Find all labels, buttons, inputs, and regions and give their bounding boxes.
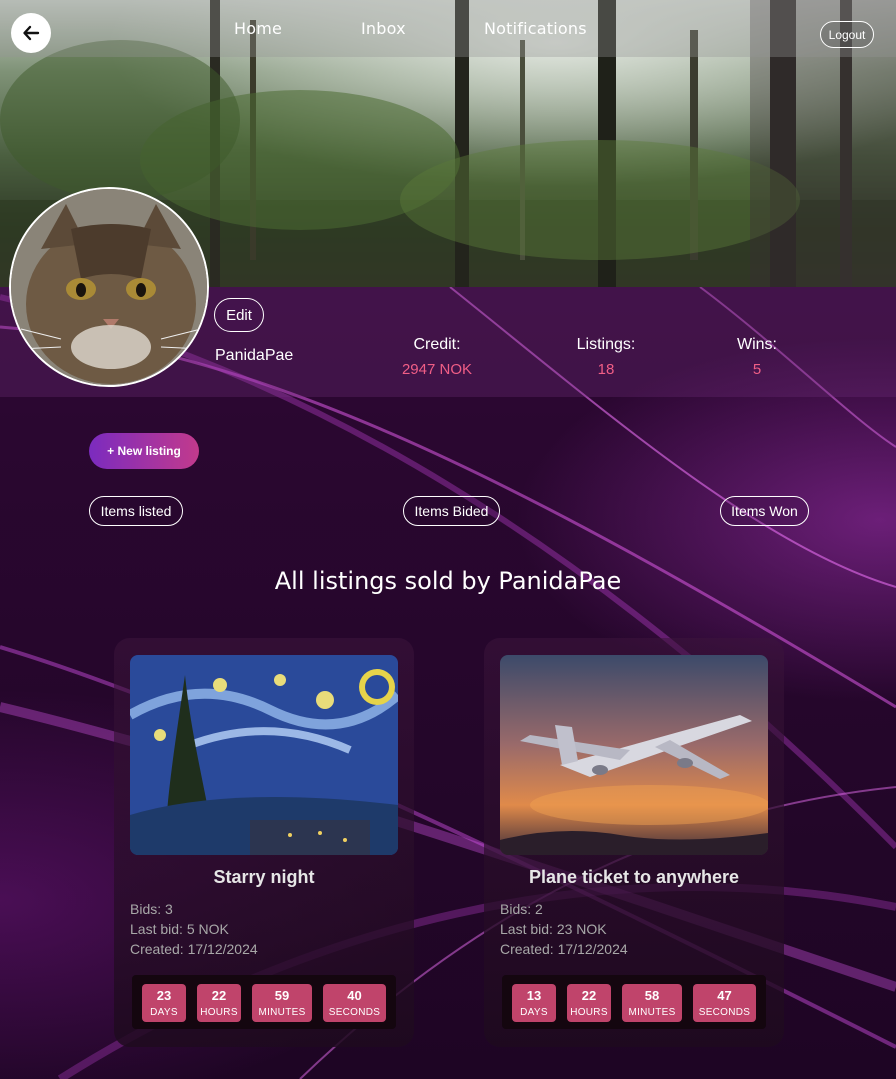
countdown-value: 40 [347,988,362,1003]
stat-credit-value: 2947 NOK [401,361,473,378]
listing-created: Created: 17/12/2024 [130,941,258,957]
nav-notifications-link[interactable]: Notifications [484,19,587,38]
countdown-unit: DAYS [520,1007,548,1018]
countdown-unit: MINUTES [258,1007,306,1018]
countdown-unit: HOURS [570,1007,608,1018]
countdown-hours: 22 HOURS [567,984,611,1022]
listing-last-bid: Last bid: 5 NOK [130,921,229,937]
arrow-left-icon [23,25,40,41]
section-title: All listings sold by PanidaPae [274,567,622,595]
listing-last-bid: Last bid: 23 NOK [500,921,607,937]
stat-wins-value: 5 [752,361,762,378]
countdown-seconds: 40 SECONDS [323,984,386,1022]
stat-listings-value: 18 [597,361,615,378]
top-nav: Home Inbox Notifications Logout [0,0,896,57]
stat-listings-label: Listings: [576,336,636,353]
countdown-value: 59 [274,988,290,1003]
countdown-value: 22 [211,988,227,1003]
countdown-unit: HOURS [200,1007,238,1018]
avatar [9,187,209,387]
listing-bids: Bids: 2 [500,901,543,917]
listing-created: Created: 17/12/2024 [500,941,628,957]
countdown-value: 22 [581,988,597,1003]
countdown-days: 13 DAYS [512,984,556,1022]
stat-wins-label: Wins: [737,336,777,353]
listing-bids: Bids: 3 [130,901,173,917]
countdown-days: 23 DAYS [142,984,186,1022]
stat-credit-label: Credit: [413,336,461,353]
countdown-hours: 22 HOURS [197,984,241,1022]
username: PanidaPae [215,347,294,364]
countdown-minutes: 59 MINUTES [252,984,312,1022]
items-listed-button[interactable]: Items listed [89,496,183,526]
stat-wins: Wins: 5 [697,336,817,378]
countdown-seconds: 47 SECONDS [693,984,756,1022]
new-listing-button[interactable]: + New listing [89,433,199,469]
listing-card[interactable]: Plane ticket to anywhere Bids: 2 Last bi… [484,638,784,1047]
listing-title[interactable]: Plane ticket to anywhere [484,867,784,888]
nav-inbox-link[interactable]: Inbox [361,19,406,38]
listing-image[interactable] [130,655,398,855]
logout-button[interactable]: Logout [820,21,874,48]
items-won-button[interactable]: Items Won [720,496,809,526]
items-bided-button[interactable]: Items Bided [403,496,500,526]
countdown-minutes: 58 MINUTES [622,984,682,1022]
countdown-unit: SECONDS [328,1007,381,1018]
countdown-value: 47 [717,988,732,1003]
countdown-value: 23 [156,988,172,1003]
countdown-unit: DAYS [150,1007,178,1018]
countdown-timer: 23 DAYS 22 HOURS 59 MINUTES 40 SECONDS [132,975,396,1029]
listing-title[interactable]: Starry night [114,867,414,888]
countdown-timer: 13 DAYS 22 HOURS 58 MINUTES 47 SECONDS [502,975,766,1029]
listing-card[interactable]: Starry night Bids: 3 Last bid: 5 NOK Cre… [114,638,414,1047]
countdown-value: 13 [526,988,542,1003]
stat-credit: Credit: 2947 NOK [377,336,497,378]
countdown-unit: SECONDS [698,1007,751,1018]
listing-image[interactable] [500,655,768,855]
countdown-unit: MINUTES [628,1007,676,1018]
back-button[interactable] [11,13,51,53]
nav-home-link[interactable]: Home [234,19,282,38]
countdown-value: 58 [644,988,660,1003]
edit-profile-button[interactable]: Edit [214,298,264,332]
stat-listings: Listings: 18 [546,336,666,378]
